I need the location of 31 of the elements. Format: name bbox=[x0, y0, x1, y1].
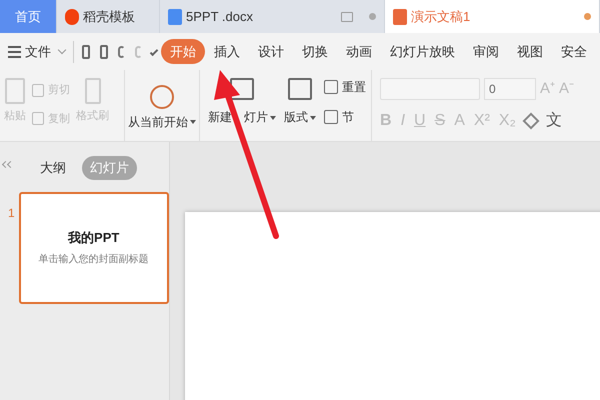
slide-number: 1 bbox=[8, 204, 15, 222]
phonetic-button[interactable]: 文 bbox=[546, 108, 562, 132]
collapse-icon[interactable] bbox=[3, 162, 13, 167]
font-name-field[interactable] bbox=[380, 78, 480, 100]
caret-icon bbox=[310, 116, 316, 120]
play-from-current-button[interactable]: 从当前开始 bbox=[128, 84, 196, 130]
ribbon-tab[interactable]: 审阅 bbox=[464, 38, 508, 64]
ribbon-tab[interactable]: 动画 bbox=[337, 38, 382, 64]
ribbon-tab[interactable]: 切换 bbox=[293, 38, 338, 64]
ribbon-tab[interactable]: 视图 bbox=[508, 38, 552, 64]
ribbon-tab[interactable]: 幻灯片放映 bbox=[381, 38, 464, 64]
caret-icon bbox=[190, 120, 196, 124]
ribbon-tab[interactable]: 插入 bbox=[205, 38, 250, 64]
eraser-icon[interactable] bbox=[522, 112, 540, 129]
section-button[interactable]: 节 bbox=[324, 108, 366, 126]
presentation-icon bbox=[393, 8, 407, 24]
panel-tab[interactable]: 大纲 bbox=[32, 156, 74, 180]
slide-title: 我的PPT bbox=[68, 229, 120, 248]
caret-icon bbox=[270, 116, 276, 120]
slide-thumbnail[interactable]: 我的PPT 单击输入您的封面副标题 bbox=[18, 192, 169, 304]
file-menu[interactable]: 文件 bbox=[4, 42, 69, 62]
slide-subtitle: 单击输入您的封面副标题 bbox=[38, 252, 149, 267]
ribbon-tab[interactable]: 设计 bbox=[249, 38, 294, 64]
monitor-icon bbox=[341, 12, 353, 22]
ribbon-tab[interactable]: 安全 bbox=[552, 38, 596, 64]
document-icon bbox=[168, 8, 182, 24]
layout-icon bbox=[288, 78, 312, 100]
font-size-field[interactable]: 0 bbox=[484, 78, 536, 100]
reset-button[interactable]: 重置 bbox=[324, 78, 366, 96]
menu-icon bbox=[8, 46, 21, 58]
layout-button[interactable]: 版式 bbox=[284, 78, 316, 126]
